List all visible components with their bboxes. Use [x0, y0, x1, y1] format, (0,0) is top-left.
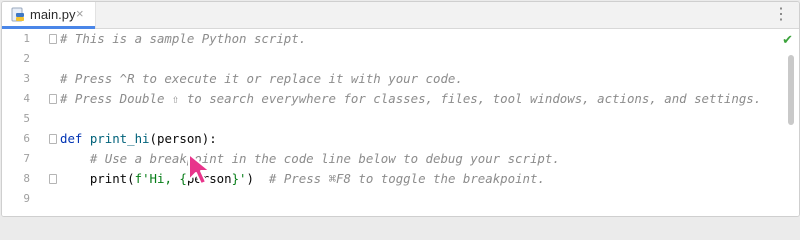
keyword-token: def — [60, 131, 90, 146]
indent-token — [60, 171, 90, 186]
python-file-icon — [11, 7, 24, 22]
paren-token: ( — [149, 131, 157, 146]
tab-label: main.py — [30, 7, 76, 22]
function-name-token: print_hi — [89, 131, 150, 146]
editor-window: main.py × ⋮ 1 2 3 4 5 6 7 8 9 # This is … — [1, 1, 800, 217]
line-number: 3 — [23, 72, 30, 85]
string-token: }' — [231, 171, 247, 186]
paren-token: ): — [201, 131, 217, 146]
builtin-call-token: print( — [89, 171, 135, 186]
line-number: 6 — [23, 132, 30, 145]
line-number-gutter: 1 2 3 4 5 6 7 8 9 — [2, 29, 50, 216]
check-icon[interactable]: ✔ — [782, 32, 793, 48]
fold-marker-icon[interactable] — [49, 174, 57, 184]
parameter-token: person — [157, 131, 202, 146]
line-number: 1 — [23, 32, 30, 45]
code-line: # This is a sample Python script. — [60, 31, 307, 46]
code-editor[interactable]: 1 2 3 4 5 6 7 8 9 # This is a sample Pyt… — [2, 29, 799, 216]
tab-main-py[interactable]: main.py × — [2, 2, 96, 29]
code-line: # Press ^R to execute it or replace it w… — [60, 71, 463, 86]
fold-marker-icon[interactable] — [49, 34, 57, 44]
line-number: 5 — [23, 112, 30, 125]
code-line: print(f'Hi, {person}') # Press ⌘F8 to to… — [60, 169, 545, 189]
fold-marker-icon[interactable] — [49, 134, 57, 144]
string-token: f'Hi, { — [134, 171, 187, 186]
line-number: 7 — [23, 152, 30, 165]
paren-token: ) — [246, 171, 254, 186]
fold-marker-icon[interactable] — [49, 94, 57, 104]
line-number: 4 — [23, 92, 30, 105]
line-number: 8 — [23, 172, 30, 185]
line-number: 2 — [23, 52, 30, 65]
vertical-scrollbar[interactable] — [788, 55, 794, 125]
mouse-pointer-icon — [188, 153, 211, 185]
line-number: 9 — [23, 192, 30, 205]
code-line: # Press Double ⇧ to search everywhere fo… — [60, 91, 762, 106]
more-options-icon[interactable]: ⋮ — [773, 5, 789, 25]
code-line: # Use a breakpoint in the code line belo… — [60, 151, 560, 166]
comment-token: # Press ⌘F8 to toggle the breakpoint. — [268, 171, 545, 186]
close-icon[interactable]: × — [76, 6, 84, 22]
code-line: def print_hi(person): — [60, 129, 217, 149]
tab-bar: main.py × ⋮ — [2, 2, 799, 29]
